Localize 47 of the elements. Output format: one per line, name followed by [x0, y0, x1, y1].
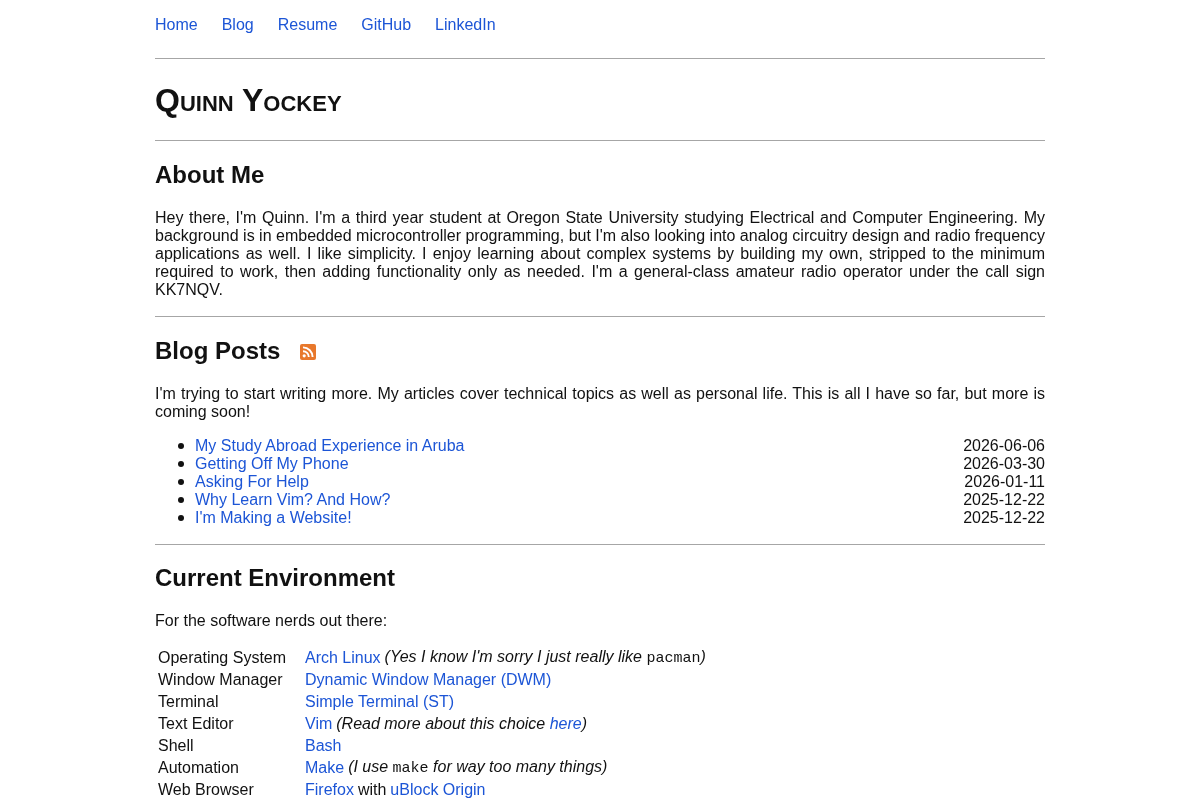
bullet-icon — [178, 479, 184, 485]
environment-label: Operating System — [158, 649, 287, 667]
environment-label: Terminal — [158, 693, 219, 711]
post-link[interactable]: Why Learn Vim? And How? — [195, 491, 391, 509]
environment-link[interactable]: Dynamic Window Manager (DWM) — [305, 671, 552, 689]
environment-link[interactable]: Arch Linux — [305, 649, 381, 667]
note-text: (I use make for way too many things) — [348, 758, 608, 778]
environment-link[interactable]: Simple Terminal (ST) — [305, 693, 455, 711]
section-heading: Current Environment — [155, 564, 396, 592]
post-date: 2025-12-22 — [963, 509, 1045, 527]
bullet-icon — [178, 515, 184, 521]
nav-link[interactable]: GitHub — [361, 16, 412, 34]
post-date: 2026-06-06 — [963, 437, 1045, 455]
environment-label: Automation — [158, 759, 239, 777]
post-link[interactable]: I'm Making a Website! — [195, 509, 352, 527]
environment-link[interactable]: Make — [305, 759, 345, 777]
environment-label: Shell — [158, 737, 194, 755]
blog-intro: I'm trying to start writing more. My articles cover technical topics as well as personal life. This is all I have so far, but more is coming soon! — [155, 385, 1045, 421]
nav-link[interactable]: Blog — [221, 16, 254, 34]
bullet-icon — [178, 443, 184, 449]
environment-intro: For the software nerds out there: — [155, 612, 388, 630]
nav-link[interactable]: Resume — [277, 16, 338, 34]
environment-label: Window Manager — [158, 671, 283, 689]
post-date: 2026-03-30 — [963, 455, 1045, 473]
environment-label: Text Editor — [158, 715, 234, 733]
nav-link[interactable]: LinkedIn — [435, 16, 496, 34]
bullet-icon — [178, 461, 184, 467]
rss-feed-icon[interactable] — [300, 344, 317, 360]
value-text: with — [357, 781, 387, 799]
environment-link[interactable]: uBlock Origin — [390, 781, 486, 799]
section-heading: Blog Posts — [155, 337, 281, 365]
environment-link[interactable]: Bash — [305, 737, 342, 755]
environment-link[interactable]: Firefox — [305, 781, 354, 799]
environment-link[interactable]: Vim — [305, 715, 333, 733]
site-title: Quinn Yockey — [155, 82, 342, 119]
post-link[interactable]: Asking For Help — [195, 473, 309, 491]
note-text: (Yes I know I'm sorry I just really like pacman) — [384, 648, 706, 668]
post-link[interactable]: Getting Off My Phone — [195, 455, 349, 473]
about-paragraph: Hey there, I'm Quinn. I'm a third year student at Oregon State University studying Electrical and Computer Engineering. My background is in embedded microcontroller programming, but I'm also looking into analog circuitry design and radio frequency applications as well. I like simplicity. I enjoy learning about complex systems by building my own, stripped to the minimum required to work, then adding functionality only as needed. I'm a general-class amateur radio operator under the call sign KK7NQV. — [155, 209, 1045, 299]
note-text: (Read more about this choice here) — [336, 715, 588, 733]
post-date: 2025-12-22 — [963, 491, 1045, 509]
section-heading: About Me — [155, 161, 265, 189]
environment-label: Web Browser — [158, 781, 254, 799]
nav-link[interactable]: Home — [155, 16, 198, 34]
post-date: 2026-01-11 — [964, 473, 1045, 491]
post-link[interactable]: My Study Abroad Experience in Aruba — [195, 437, 465, 455]
bullet-icon — [178, 497, 184, 503]
